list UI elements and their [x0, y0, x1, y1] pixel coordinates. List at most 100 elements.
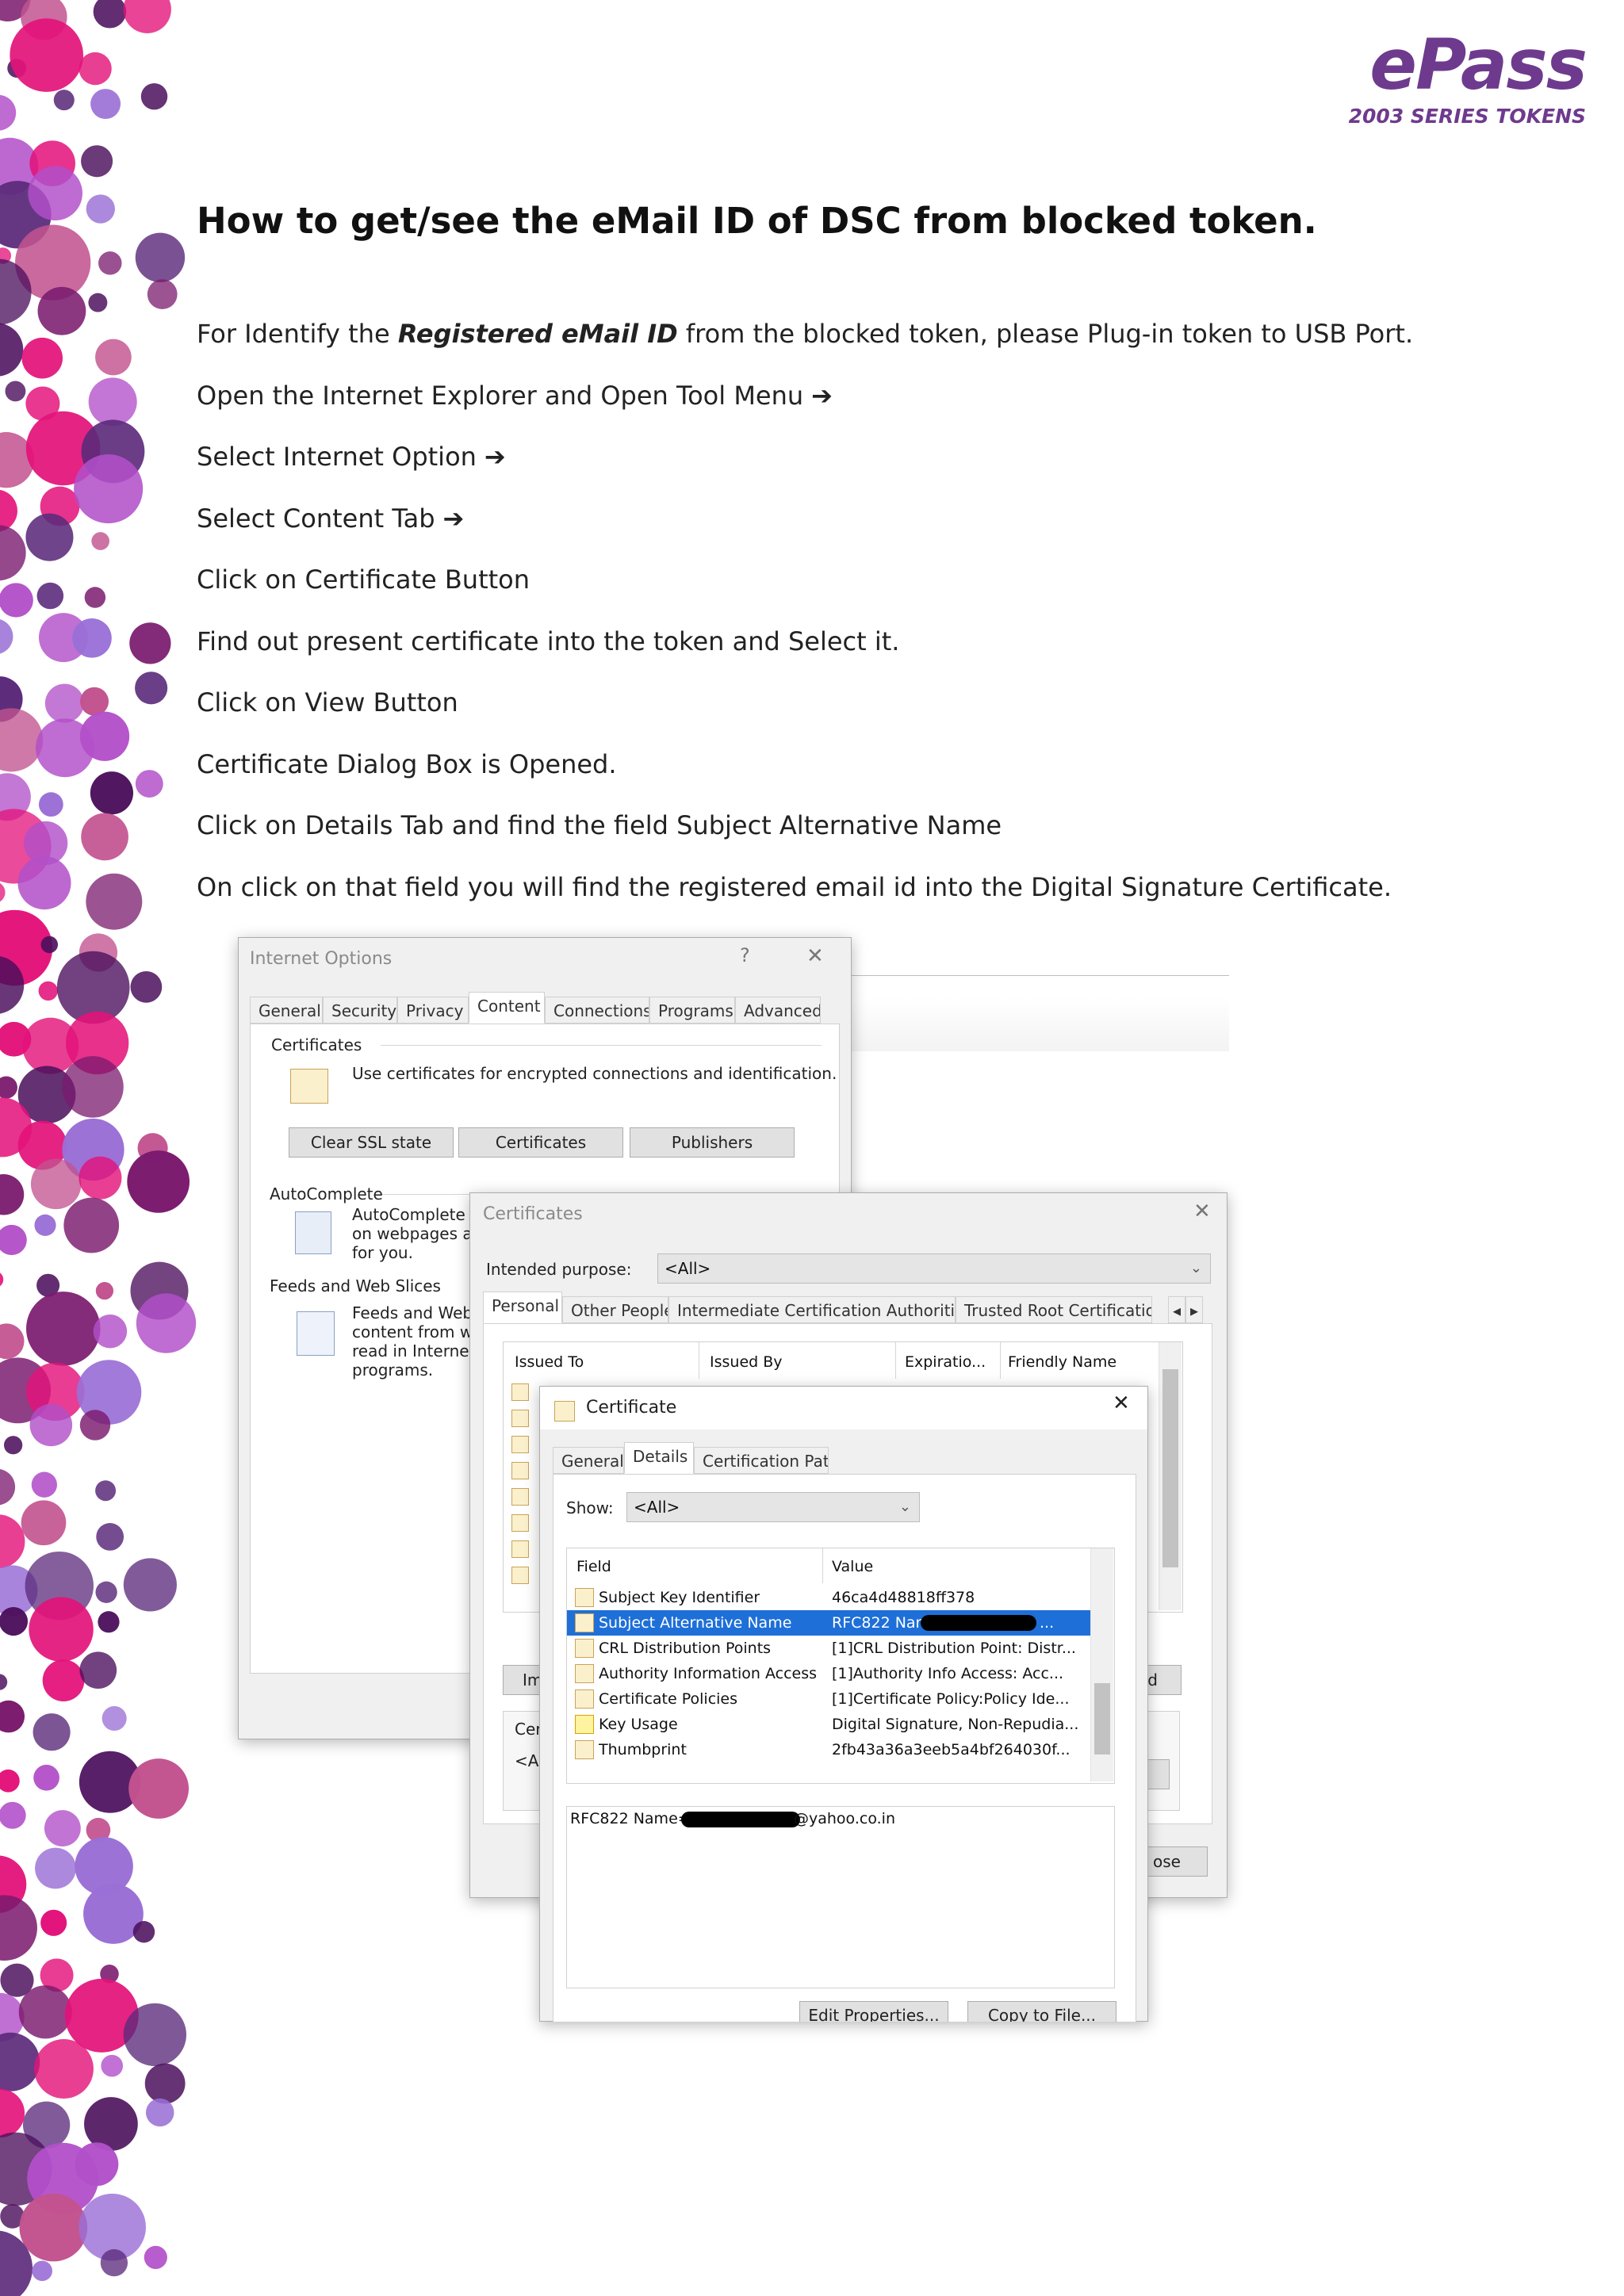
decorative-dot — [0, 1700, 25, 1733]
field-row[interactable]: CRL Distribution Points [1]CRL Distributi… — [567, 1636, 1090, 1661]
column-header-issued-by[interactable]: Issued By — [710, 1353, 783, 1371]
epass-logo: ePass 2003 SERIES TOKENS — [1348, 24, 1588, 128]
field-row[interactable]: Subject Key Identifier 46ca4d48818ff378 — [567, 1585, 1090, 1610]
decorative-dot — [75, 2142, 119, 2187]
field-row[interactable]: Certificate Policies [1]Certificate Polic… — [567, 1686, 1090, 1712]
scroll-thumb[interactable] — [1094, 1683, 1110, 1755]
intended-purpose-value: <All> — [665, 1259, 711, 1278]
feeds-group-label: Feeds and Web Slices — [270, 1276, 441, 1295]
close-icon[interactable]: ✕ — [1113, 1391, 1130, 1415]
field-list-scrollbar[interactable] — [1090, 1548, 1113, 1781]
decorative-dot — [79, 1156, 122, 1200]
arrow-right-icon: ➔ — [811, 380, 833, 411]
decorative-dot — [38, 792, 63, 817]
decorative-dot — [5, 381, 26, 402]
decorative-dot — [0, 1469, 16, 1506]
decorative-dot — [88, 293, 108, 312]
instruction-list: For Identify the Registered eMail ID fro… — [197, 319, 1576, 933]
scroll-tabs-right-icon[interactable]: ▸ — [1185, 1296, 1203, 1323]
scroll-tabs-left-icon[interactable]: ◂ — [1168, 1296, 1185, 1323]
step-emphasis: Registered eMail ID — [397, 319, 678, 349]
column-header-issued-to[interactable]: Issued To — [515, 1353, 584, 1371]
column-header-value[interactable]: Value — [832, 1558, 873, 1575]
decorative-dot — [40, 1909, 67, 1936]
decorative-dot — [0, 1323, 25, 1360]
help-button[interactable]: ? — [740, 944, 750, 966]
step-text: Click on View Button — [197, 687, 458, 718]
tab-privacy[interactable]: Privacy — [397, 997, 469, 1024]
tab-details[interactable]: Details — [624, 1442, 694, 1474]
field-row[interactable]: Thumbprint 2fb43a36a3eeb5a4bf264030f... — [567, 1737, 1090, 1762]
window-title: Certificate — [586, 1398, 677, 1418]
tab-security[interactable]: Security — [323, 997, 397, 1024]
instruction-step: Find out present certificate into the to… — [197, 626, 1576, 688]
column-header-field[interactable]: Field — [576, 1558, 611, 1575]
decorative-dot — [0, 2088, 25, 2138]
decorative-dot — [21, 1500, 67, 1546]
decorative-dot — [53, 90, 75, 111]
autocomplete-text: AutoComplete st on webpages an for you. — [352, 1205, 485, 1262]
column-header-expiration[interactable]: Expiratio... — [905, 1353, 986, 1371]
window-title: Certificates — [483, 1204, 583, 1224]
decorative-dot — [44, 1810, 81, 1847]
decorative-dot — [3, 1436, 23, 1455]
intended-purpose-select[interactable]: <All> ⌄ — [657, 1253, 1211, 1284]
decorative-dot — [144, 2063, 186, 2104]
tab-general[interactable]: General — [553, 1447, 624, 1474]
clear-ssl-state-button[interactable]: Clear SSL state — [289, 1127, 454, 1158]
tab-general[interactable]: General — [250, 997, 323, 1024]
decorative-dot — [130, 970, 163, 1003]
certificates-button[interactable]: Certificates — [458, 1127, 623, 1158]
column-header-friendly-name[interactable]: Friendly Name — [1008, 1353, 1116, 1371]
decorative-dots — [0, 0, 197, 2296]
list-scrollbar[interactable] — [1159, 1342, 1182, 1610]
scroll-thumb[interactable] — [1162, 1369, 1178, 1567]
tab-intermediate-ca[interactable]: Intermediate Certification Authorities — [668, 1296, 956, 1323]
tab-trusted-root[interactable]: Trusted Root Certification — [956, 1296, 1152, 1323]
tab-advanced[interactable]: Advanced — [735, 997, 821, 1024]
certificates-group-label: Certificates — [271, 1035, 362, 1054]
decorative-dot — [63, 1197, 120, 1253]
decorative-dot — [93, 0, 127, 29]
decorative-dot — [81, 145, 113, 178]
field-row[interactable]: Authority Information Access [1]Authority… — [567, 1661, 1090, 1686]
copy-to-file-button[interactable]: Copy to File... — [967, 2001, 1116, 2022]
tab-other-people[interactable]: Other People — [562, 1296, 668, 1323]
field-icon — [575, 1613, 594, 1632]
tab-connections[interactable]: Connections — [545, 997, 649, 1024]
decorative-dot — [127, 1150, 190, 1213]
field-value-detail[interactable]: RFC822 Name= @yahoo.co.in — [566, 1806, 1115, 1988]
close-icon[interactable]: ✕ — [806, 944, 824, 968]
feeds-line: programs. — [352, 1360, 434, 1380]
decorative-dot — [37, 286, 86, 335]
show-select[interactable]: <All> ⌄ — [626, 1492, 920, 1522]
step-text: Click on Details Tab and find the field … — [197, 810, 1002, 840]
tab-certification-path[interactable]: Certification Path — [694, 1447, 829, 1474]
decorative-dot — [95, 1581, 117, 1603]
field-row-selected[interactable]: Subject Alternative Name RFC822 Name=... — [567, 1610, 1090, 1636]
field-row[interactable]: Key Usage Digital Signature, Non-Repudia.… — [567, 1712, 1090, 1737]
logo-brand: ePass — [1369, 24, 1588, 105]
field-list[interactable]: Field Value Subject Key Identifier 46ca4d… — [566, 1548, 1115, 1784]
edit-properties-button[interactable]: Edit Properties... — [799, 2001, 948, 2022]
decorative-dot — [132, 1921, 155, 1943]
close-icon[interactable]: ✕ — [1193, 1200, 1211, 1223]
decorative-dot — [31, 1471, 57, 1498]
decorative-dot — [40, 936, 59, 954]
decorative-dot — [123, 2003, 186, 2067]
field-icon — [575, 1740, 594, 1759]
step-text: Select Content Tab — [197, 503, 435, 534]
decorative-dot — [21, 337, 63, 379]
decorative-dot — [98, 251, 122, 275]
publishers-button[interactable]: Publishers — [630, 1127, 795, 1158]
page-title-text: How to get/see the eMail ID of DSC from … — [197, 200, 1304, 242]
instruction-step: Click on Certificate Button — [197, 564, 1576, 626]
decorative-dot — [79, 52, 112, 86]
tab-content[interactable]: Content — [469, 992, 545, 1024]
group-divider — [381, 1045, 822, 1046]
tab-programs[interactable]: Programs — [649, 997, 735, 1024]
field-value: 46ca4d48818ff378 — [832, 1589, 975, 1606]
tab-personal[interactable]: Personal — [483, 1292, 562, 1323]
chevron-down-icon: ⌄ — [898, 1498, 911, 1515]
show-label: Show: — [566, 1498, 614, 1517]
